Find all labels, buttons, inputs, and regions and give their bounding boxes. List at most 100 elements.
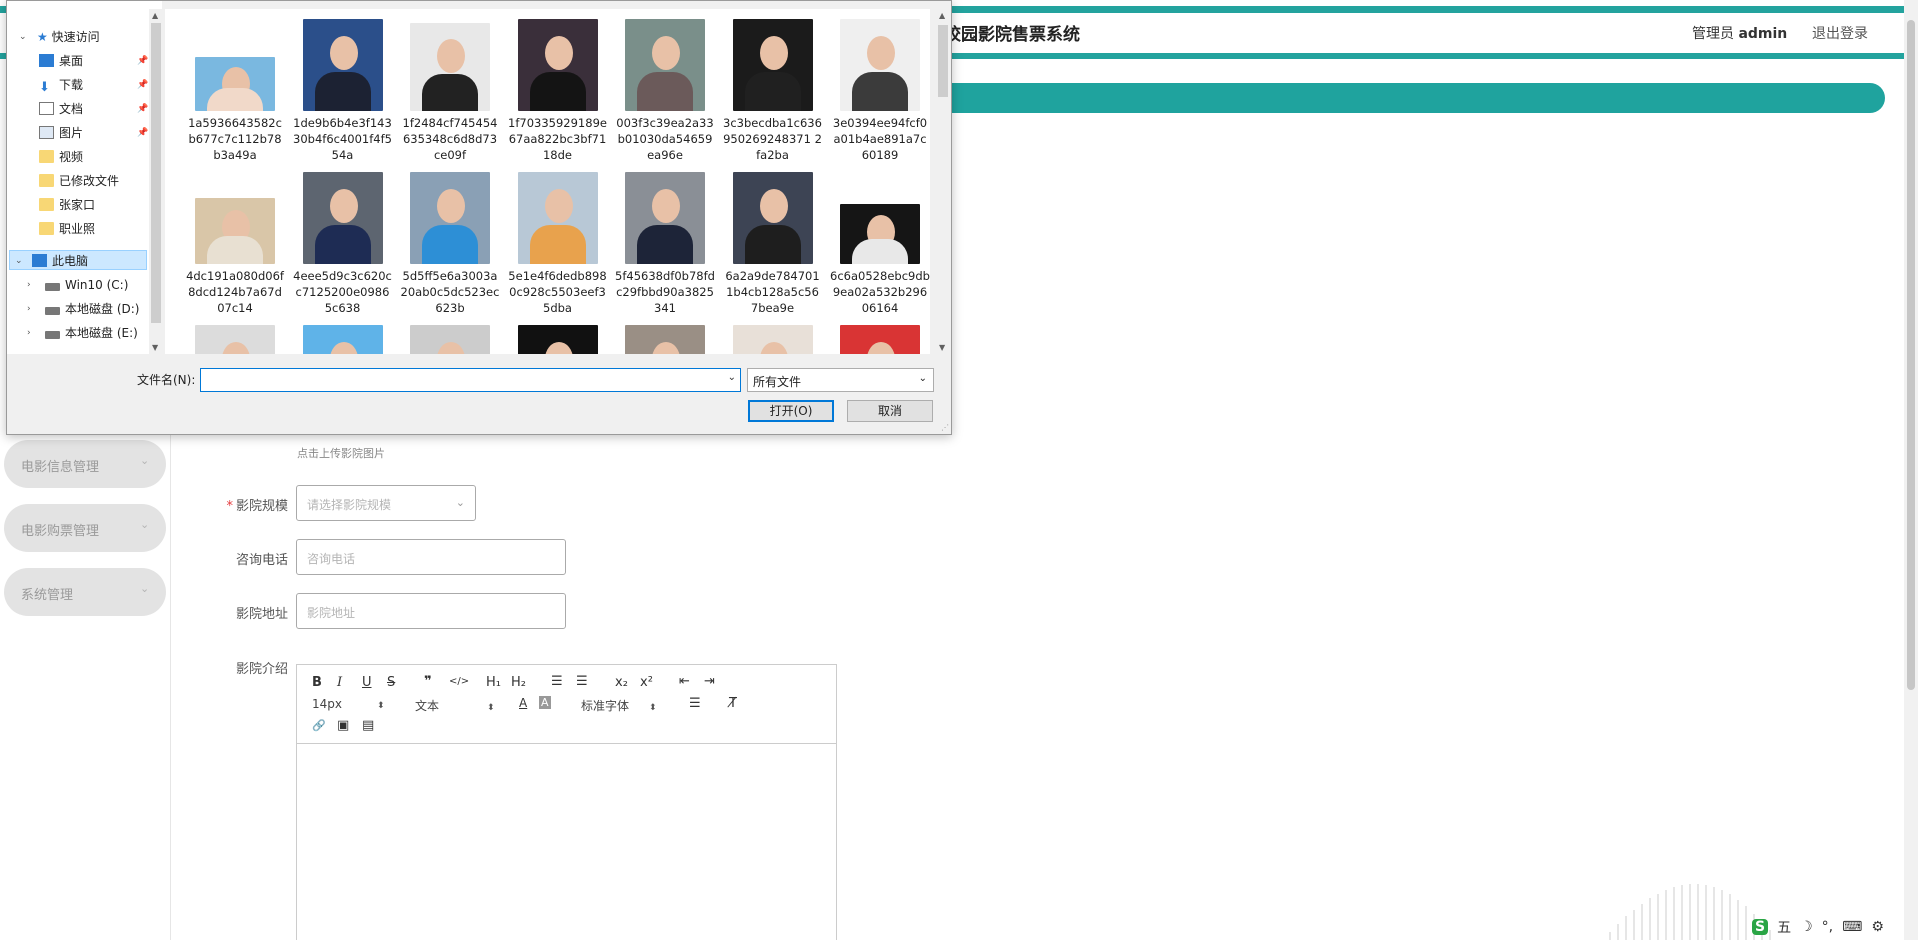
video-icon[interactable]: ▤ (362, 718, 374, 733)
chevron-down-icon: ⌄ (455, 496, 465, 509)
ordered-list-button[interactable]: ☰ (551, 674, 563, 689)
bold-button[interactable]: B (312, 675, 322, 690)
tree-item-downloads[interactable]: ⬇ 下载 📌 (39, 75, 149, 95)
file-item[interactable]: 6c6a0528ebc9db9ea02a532b29606164 (830, 172, 930, 324)
file-item[interactable]: 5d5ff5e6a3003a20ab0c5dc523ec623b (400, 172, 500, 324)
tree-item-pictures[interactable]: 图片 📌 (39, 123, 149, 143)
italic-button[interactable]: I (337, 675, 342, 690)
file-item[interactable]: 1f2484cf745454635348c6d8d73ce09f (400, 19, 500, 171)
file-item[interactable] (508, 325, 608, 354)
h2-button[interactable]: H₂ (511, 675, 526, 690)
punctuation-icon[interactable]: °, (1822, 919, 1833, 935)
tree-item-drive-c[interactable]: › Win10 (C:) (21, 275, 128, 295)
file-item[interactable] (830, 325, 930, 354)
file-item[interactable]: 1de9b6b4e3f14330b4f6c4001f4f554a (293, 19, 393, 171)
scroll-up-icon[interactable]: ▲ (939, 11, 945, 20)
tree-item-quick-access[interactable]: ⌄ ★ 快速访问 (13, 27, 100, 47)
file-item[interactable]: 4eee5d9c3c620cc7125200e09865c638 (293, 172, 393, 324)
tree-item-this-pc[interactable]: ⌄ 此电脑 (9, 250, 147, 270)
blockquote-button[interactable]: ❞ (424, 674, 432, 689)
ime-toolbar[interactable]: S 五 ☽ °, ⌨ ⚙ (1752, 916, 1884, 938)
link-icon[interactable]: 🔗 (312, 719, 326, 732)
tree-item-drive-e[interactable]: › 本地磁盘 (E:) (21, 323, 138, 343)
file-list-scrollbar[interactable]: ▲ ▼ (935, 9, 951, 354)
upload-hint[interactable]: 点击上传影院图片 (297, 445, 385, 461)
tree-item-modified[interactable]: 已修改文件 (39, 171, 119, 191)
navigation-scrollbar[interactable]: ▲ ▼ (149, 9, 163, 354)
cancel-button[interactable]: 取消 (847, 400, 933, 422)
file-item[interactable]: 5e1e4f6dedb8980c928c5503eef35dba (508, 172, 608, 324)
align-button[interactable]: ☰ (689, 696, 701, 711)
filetype-select[interactable]: 所有文件 ⌄ (747, 368, 934, 392)
scale-select[interactable]: 请选择影院规模 ⌄ (296, 485, 476, 521)
file-list: 1a5936643582cb677c7c112b78b3a49a 1de9b6b4… (165, 9, 930, 354)
ime-logo-icon[interactable]: S (1752, 919, 1769, 935)
chevron-right-icon[interactable]: › (27, 275, 31, 295)
logout-link[interactable]: 退出登录 (1812, 23, 1868, 43)
file-item[interactable]: 1a5936643582cb677c7c112b78b3a49a (185, 19, 285, 171)
tree-item-documents[interactable]: 文档 📌 (39, 99, 149, 119)
ime-wubi-icon[interactable]: 五 (1777, 917, 1791, 937)
code-block-button[interactable]: </> (449, 676, 469, 687)
sidebar-item-ticket[interactable]: 电影购票管理 ⌄ (4, 504, 166, 552)
sidebar-item-movie-info[interactable]: 电影信息管理 ⌄ (4, 440, 166, 488)
superscript-button[interactable]: x² (640, 675, 653, 690)
file-item[interactable]: 003f3c39ea2a33b01030da54659ea96e (615, 19, 715, 171)
navigation-scrollbar-thumb[interactable] (151, 23, 161, 323)
portrait-body (744, 225, 801, 264)
h1-button[interactable]: H₁ (486, 675, 501, 690)
rich-text-editor[interactable]: B I U S ❞ </> H₁ H₂ ☰ ☰ x₂ x² ⇤ ⇥ 14px ⬍ … (296, 664, 837, 940)
page-scrollbar[interactable] (1904, 0, 1918, 940)
underline-button[interactable]: U (362, 675, 372, 690)
address-input[interactable]: 影院地址 (296, 593, 566, 629)
image-icon[interactable]: ▣ (337, 718, 349, 733)
outdent-button[interactable]: ⇤ (679, 674, 690, 689)
file-item[interactable]: 3e0394ee94fcf0a01b4ae891a7c60189 (830, 19, 930, 171)
chevron-down-icon[interactable]: ⌄ (19, 27, 27, 47)
file-item[interactable]: 5f45638df0b78fdc29fbbd90a3825341 (615, 172, 715, 324)
scroll-down-icon[interactable]: ▼ (939, 343, 945, 352)
tree-item-videos[interactable]: 视频 (39, 147, 83, 167)
open-button[interactable]: 打开(O) (748, 400, 834, 422)
file-item[interactable] (185, 325, 285, 354)
phone-input[interactable]: 咨询电话 (296, 539, 566, 575)
font-color-button[interactable]: A (519, 696, 527, 710)
strike-button[interactable]: S (387, 675, 395, 690)
tree-item-professional-photos[interactable]: 职业照 (39, 219, 95, 239)
header-select[interactable]: 文本 ⬍ (415, 697, 495, 714)
file-item[interactable] (293, 325, 393, 354)
tree-item-desktop[interactable]: 桌面 📌 (39, 51, 149, 71)
background-color-button[interactable]: A (539, 696, 551, 709)
chevron-right-icon[interactable]: › (27, 299, 31, 319)
portrait-face (329, 35, 358, 70)
tree-item-drive-d[interactable]: › 本地磁盘 (D:) (21, 299, 139, 319)
file-item[interactable] (400, 325, 500, 354)
chevron-down-icon[interactable]: ⌄ (728, 372, 736, 383)
chevron-right-icon[interactable]: › (27, 323, 31, 343)
font-family-select[interactable]: 标准字体 ⬍ (581, 697, 657, 714)
file-item[interactable]: 1f70335929189e67aa822bc3bf7118de (508, 19, 608, 171)
keyboard-icon[interactable]: ⌨ (1842, 919, 1862, 935)
font-size-select[interactable]: 14px ⬍ (312, 697, 385, 711)
filename-input[interactable]: ⌄ (200, 368, 741, 392)
file-list-scrollbar-thumb[interactable] (938, 25, 948, 97)
subscript-button[interactable]: x₂ (615, 675, 628, 690)
settings-icon[interactable]: ⚙ (1871, 919, 1884, 935)
file-name: 1f2484cf745454635348c6d8d73ce09f (402, 116, 498, 162)
sidebar-item-system[interactable]: 系统管理 ⌄ (4, 568, 166, 616)
chevron-down-icon[interactable]: ⌄ (15, 251, 23, 271)
clear-format-button[interactable]: T̸ (729, 696, 737, 711)
page-scrollbar-thumb[interactable] (1907, 20, 1915, 690)
bullet-list-button[interactable]: ☰ (576, 674, 588, 689)
scroll-down-icon[interactable]: ▼ (152, 343, 158, 352)
file-item[interactable] (615, 325, 715, 354)
indent-button[interactable]: ⇥ (704, 674, 715, 689)
resize-grip-icon[interactable]: ⋰ (941, 423, 949, 432)
file-item[interactable] (723, 325, 823, 354)
file-item[interactable]: 6a2a9de7847011b4cb128a5c567bea9e (723, 172, 823, 324)
file-item[interactable]: 4dc191a080d06f8dcd124b7a67d07c14 (185, 172, 285, 324)
moon-icon[interactable]: ☽ (1800, 919, 1813, 935)
file-item[interactable]: 3c3becdba1c636950269248371 2fa2ba (723, 19, 823, 171)
scroll-up-icon[interactable]: ▲ (152, 11, 158, 20)
tree-item-zhangjiakou[interactable]: 张家口 (39, 195, 95, 215)
